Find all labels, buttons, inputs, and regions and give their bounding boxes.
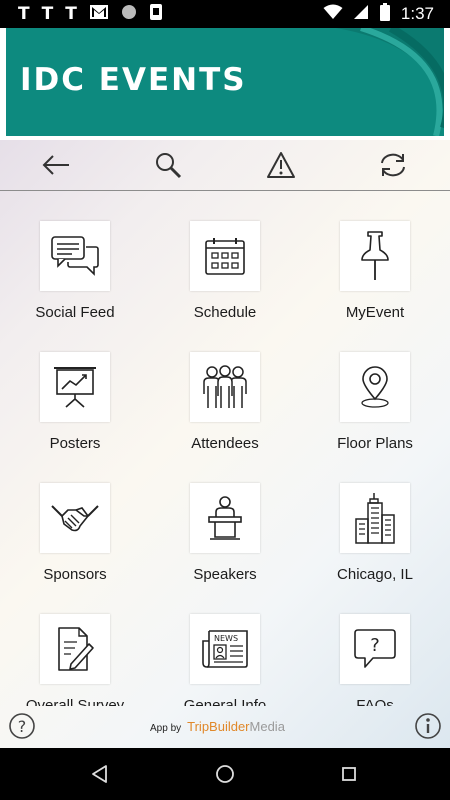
warning-icon[interactable] xyxy=(265,149,297,181)
people-group-icon xyxy=(190,352,260,422)
pushpin-icon xyxy=(340,221,410,291)
nav-bar xyxy=(0,748,450,800)
status-bar: T T T 1:37 xyxy=(0,0,450,28)
event-banner: IDC EVENTS xyxy=(0,28,450,140)
menu-item-label: MyEvent xyxy=(345,304,405,321)
menu-item-myevent[interactable]: MyEvent xyxy=(300,191,450,322)
gmail-icon xyxy=(89,4,109,25)
notification-t-1: T xyxy=(18,4,30,24)
menu-item-faqs[interactable]: ? FAQs xyxy=(300,584,450,706)
brand-part-1: TripBuilder xyxy=(187,719,250,734)
search-icon[interactable] xyxy=(152,149,184,181)
menu-item-label: Sponsors xyxy=(43,566,107,583)
powered-prefix: App by xyxy=(150,723,182,734)
menu-item-label: Speakers xyxy=(193,566,257,583)
menu-item-label: Chicago, IL xyxy=(337,566,413,583)
question-bubble-icon: ? xyxy=(340,614,410,684)
menu-item-social-feed[interactable]: Social Feed xyxy=(0,191,150,322)
notification-t-2: T xyxy=(41,4,54,24)
menu-item-label: General Info xyxy=(183,697,267,706)
powered-by[interactable]: App by TripBuilderMedia xyxy=(150,718,285,736)
menu-item-sponsors[interactable]: Sponsors xyxy=(0,453,150,584)
home-circle-icon[interactable] xyxy=(212,761,238,787)
calendar-icon xyxy=(190,221,260,291)
menu-item-label: Floor Plans xyxy=(337,435,413,452)
menu-item-label: Schedule xyxy=(193,304,257,321)
footer: ? App by TripBuilderMedia xyxy=(0,706,450,748)
back-triangle-icon[interactable] xyxy=(87,761,113,787)
menu-item-general-info[interactable]: NEWS General Info xyxy=(150,584,300,706)
battery-icon xyxy=(379,2,391,26)
tripbuilder-logo: TripBuilderMedia xyxy=(187,718,285,736)
status-system: 1:37 xyxy=(323,2,434,26)
back-arrow-icon[interactable] xyxy=(40,149,72,181)
clock: 1:37 xyxy=(400,4,434,23)
presentation-board-icon xyxy=(40,352,110,422)
svg-text:?: ? xyxy=(18,717,27,736)
wifi-icon xyxy=(323,4,343,25)
menu-item-floor-plans[interactable]: Floor Plans xyxy=(300,322,450,453)
menu-item-overall-survey[interactable]: Overall Survey xyxy=(0,584,150,706)
recents-square-icon[interactable] xyxy=(336,761,362,787)
city-buildings-icon xyxy=(340,483,410,553)
phone-icon xyxy=(149,3,163,26)
banner-background: IDC EVENTS xyxy=(6,28,444,136)
svg-text:?: ? xyxy=(370,635,380,656)
menu-grid: Social Feed Schedule MyEvent Posters Att… xyxy=(0,191,450,706)
survey-edit-icon xyxy=(40,614,110,684)
chat-bubbles-icon xyxy=(40,221,110,291)
newspaper-icon: NEWS xyxy=(190,614,260,684)
menu-item-schedule[interactable]: Schedule xyxy=(150,191,300,322)
info-icon[interactable] xyxy=(414,712,442,740)
help-icon[interactable]: ? xyxy=(8,712,36,740)
menu-item-chicago-il[interactable]: Chicago, IL xyxy=(300,453,450,584)
menu-item-label: Posters xyxy=(49,435,101,452)
status-notifications: T T T xyxy=(18,3,163,25)
menu-item-label: Overall Survey xyxy=(25,697,125,706)
menu-item-attendees[interactable]: Attendees xyxy=(150,322,300,453)
toolbar xyxy=(0,140,450,190)
map-pin-icon xyxy=(340,352,410,422)
menu-item-speakers[interactable]: Speakers xyxy=(150,453,300,584)
circle-icon xyxy=(121,4,137,25)
cellular-icon xyxy=(353,4,369,25)
menu-item-label: FAQs xyxy=(356,697,394,706)
brand-part-2: Media xyxy=(249,719,285,734)
notification-t-3: T xyxy=(65,4,77,24)
menu-item-label: Attendees xyxy=(191,435,259,452)
menu-item-posters[interactable]: Posters xyxy=(0,322,150,453)
app-content: Social Feed Schedule MyEvent Posters Att… xyxy=(0,140,450,748)
sync-icon[interactable] xyxy=(377,149,409,181)
banner-title: IDC EVENTS xyxy=(20,62,247,98)
menu-item-label: Social Feed xyxy=(35,304,115,321)
handshake-icon xyxy=(40,483,110,553)
svg-text:NEWS: NEWS xyxy=(214,634,238,643)
podium-speaker-icon xyxy=(190,483,260,553)
